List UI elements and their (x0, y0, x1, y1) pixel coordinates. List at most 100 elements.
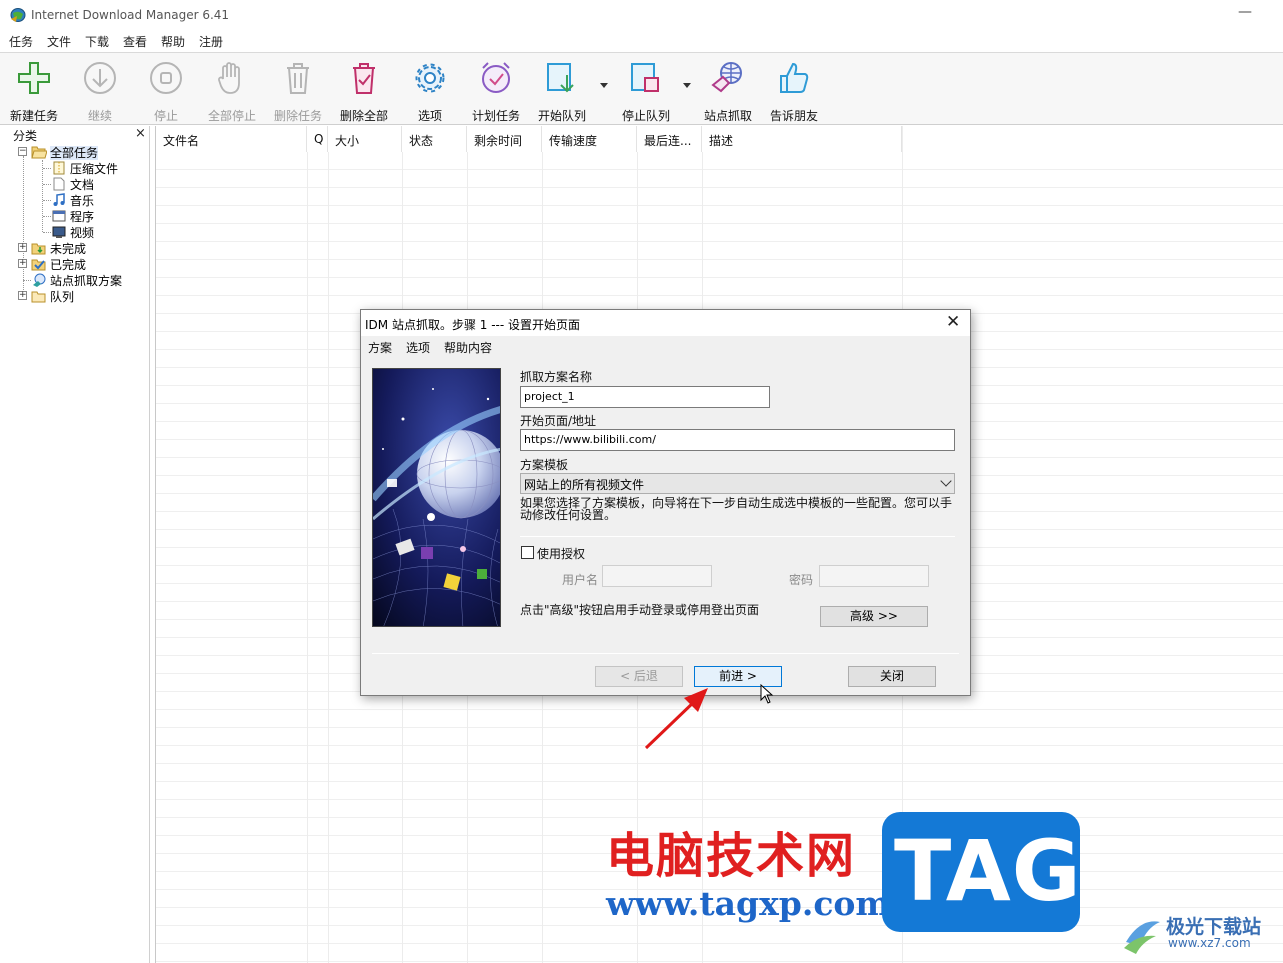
column-queue[interactable]: Q (307, 126, 328, 152)
start-queue-button[interactable]: 开始队列 (530, 59, 594, 123)
delete-all-button[interactable]: 删除全部 (332, 59, 396, 123)
stop-queue-label: 停止队列 (621, 109, 670, 123)
dialog-close-icon[interactable]: ✕ (946, 313, 960, 331)
tree-label-video: 视频 (70, 226, 95, 240)
tree-item-music[interactable]: 音乐 (51, 192, 94, 208)
annotation-arrow (644, 688, 708, 750)
menu-register[interactable]: 注册 (199, 33, 223, 50)
stop-button[interactable]: 停止 (134, 59, 198, 123)
stop-all-button[interactable]: 全部停止 (200, 59, 264, 123)
menu-file[interactable]: 文件 (47, 33, 71, 50)
close-panel-button[interactable]: × (135, 126, 146, 141)
dialog-title-bar: IDM 站点抓取。步骤 1 --- 设置开始页面 ✕ (361, 310, 970, 336)
watermark-url: www.tagxp.com (606, 884, 891, 923)
project-name-input[interactable]: project_1 (520, 386, 770, 408)
delete-task-button[interactable]: 删除任务 (266, 59, 330, 123)
category-header: 分类 (13, 129, 38, 143)
tree-item-grabber-projects[interactable]: 站点抓取方案 (31, 272, 122, 288)
watermark-tag-text: TAG (894, 822, 1082, 920)
expander-unfinished[interactable]: + (18, 243, 27, 252)
mouse-cursor-icon (760, 684, 774, 704)
site-grabber-button[interactable]: 站点抓取 (696, 59, 760, 123)
minimize-button[interactable]: — (1238, 4, 1254, 24)
column-filename[interactable]: 文件名 (156, 126, 307, 152)
tree-item-all-tasks[interactable]: 全部任务 (31, 144, 99, 160)
tree-line (23, 156, 24, 296)
queue-folder-icon (31, 291, 46, 303)
expander-finished[interactable]: + (18, 259, 27, 268)
use-auth-checkbox[interactable] (521, 546, 534, 559)
menu-task[interactable]: 任务 (9, 33, 33, 50)
project-name-label: 抓取方案名称 (520, 370, 593, 384)
column-description[interactable]: 描述 (702, 126, 902, 152)
program-window-icon (52, 210, 66, 222)
tree-item-programs[interactable]: 程序 (51, 208, 94, 224)
tree-label-finished: 已完成 (50, 258, 87, 272)
dialog-body: 抓取方案名称 project_1 开始页面/地址 https://www.bil… (361, 358, 970, 695)
resume-button[interactable]: 继续 (68, 59, 132, 123)
stop-queue-button[interactable]: 停止队列 (614, 59, 678, 123)
globe-illustration-graphic (373, 369, 500, 626)
tree-line (43, 168, 51, 169)
tree-item-documents[interactable]: 文档 (51, 176, 94, 192)
download-circle-icon (84, 62, 116, 94)
delete-task-label: 删除任务 (273, 109, 322, 123)
grabber-project-icon (33, 273, 46, 287)
expander-all-tasks[interactable]: − (18, 147, 27, 156)
password-input[interactable] (819, 565, 929, 587)
close-button[interactable]: 关闭 (848, 666, 936, 687)
column-transfer-rate[interactable]: 传输速度 (542, 126, 637, 152)
title-bar: Internet Download Manager 6.41 — (0, 0, 1283, 30)
tree-line (42, 160, 43, 232)
options-button[interactable]: 选项 (398, 59, 462, 123)
dialog-title: IDM 站点抓取。步骤 1 --- 设置开始页面 (365, 318, 581, 332)
music-note-icon (53, 193, 65, 206)
advanced-button[interactable]: 高级 >> (820, 606, 928, 627)
scheduler-button[interactable]: 计划任务 (464, 59, 528, 123)
menu-download[interactable]: 下载 (85, 33, 109, 50)
tree-item-video[interactable]: 视频 (51, 224, 94, 240)
watermark-site-url: www.xz7.com (1168, 936, 1251, 950)
new-task-label: 新建任务 (9, 109, 58, 123)
template-hint: 如果您选择了方案模板，向导将在下一步自动生成选中模板的一些配置。您可以手 动修改… (520, 497, 960, 521)
menu-view[interactable]: 查看 (123, 33, 147, 50)
tree-item-unfinished[interactable]: 未完成 (31, 240, 86, 256)
stop-circle-icon (150, 62, 182, 94)
tree-item-queues[interactable]: 队列 (31, 288, 74, 304)
dialog-menu-project[interactable]: 方案 (368, 339, 392, 356)
column-time-left[interactable]: 剩余时间 (467, 126, 542, 152)
new-task-button[interactable]: 新建任务 (2, 59, 66, 123)
tree-line (23, 280, 31, 281)
tree-item-compressed[interactable]: 压缩文件 (51, 160, 118, 176)
start-queue-label: 开始队列 (537, 109, 586, 123)
options-label: 选项 (417, 109, 442, 123)
tell-friend-button[interactable]: 告诉朋友 (762, 59, 826, 123)
username-input[interactable] (602, 565, 712, 587)
tree-item-finished[interactable]: 已完成 (31, 256, 86, 272)
template-select[interactable]: 网站上的所有视频文件 (520, 473, 955, 494)
resume-label: 继续 (87, 109, 112, 123)
category-panel: 分类 × − 全部任务 压缩文件 文档 音乐 程序 视频 + 未完成 + 已完成… (9, 126, 150, 963)
template-label: 方案模板 (520, 458, 569, 472)
menu-help[interactable]: 帮助 (161, 33, 185, 50)
template-select-value: 网站上的所有视频文件 (524, 478, 645, 492)
column-status[interactable]: 状态 (402, 126, 467, 152)
tree-line (43, 184, 51, 185)
stop-all-label: 全部停止 (207, 109, 256, 123)
start-page-input[interactable]: https://www.bilibili.com/ (520, 429, 955, 451)
stop-queue-dropdown[interactable] (683, 83, 691, 88)
expander-queues[interactable]: + (18, 291, 27, 300)
start-queue-dropdown[interactable] (600, 83, 608, 88)
column-size[interactable]: 大小 (328, 126, 402, 152)
idm-globe-icon (10, 8, 26, 22)
dialog-menu-help[interactable]: 帮助内容 (444, 339, 492, 356)
hand-icon (218, 62, 240, 94)
tree-line (43, 200, 51, 201)
grid-column-line (328, 126, 329, 963)
dialog-menu-options[interactable]: 选项 (406, 339, 430, 356)
video-icon (52, 226, 66, 238)
template-hint-line-2: 动修改任何设置。 (520, 508, 617, 522)
column-last-try[interactable]: 最后连... (637, 126, 702, 152)
toolbar: 新建任务 继续 停止 全部停止 删除任务 删除全部 选项 计划任务 开始队列 停… (0, 52, 1283, 125)
globe-illustration (372, 368, 501, 627)
